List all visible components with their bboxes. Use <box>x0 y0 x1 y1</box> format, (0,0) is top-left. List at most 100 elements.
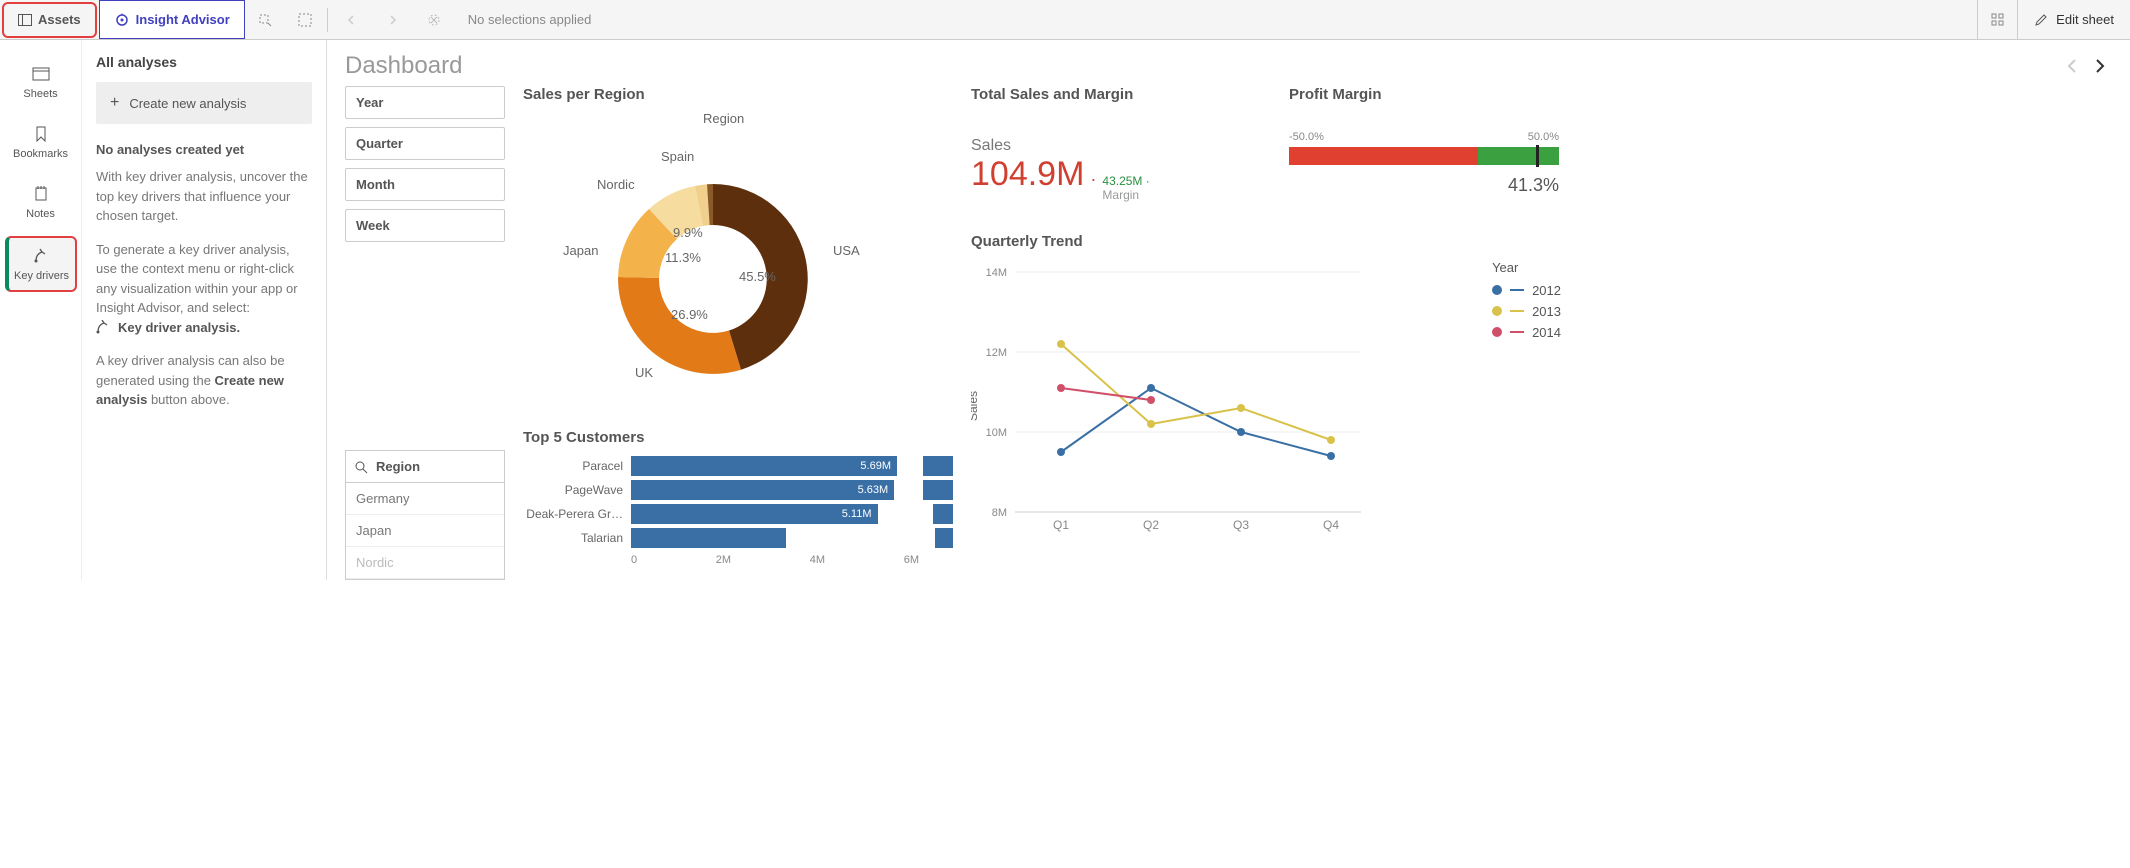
assets-button[interactable]: Assets <box>2 2 97 38</box>
quarterly-trend-chart[interactable]: 14M 12M 10M 8M Sales Q1 Q2 Q3 <box>971 256 1461 536</box>
bookmark-icon <box>31 124 51 144</box>
filter-year[interactable]: Year <box>345 86 505 119</box>
create-analysis-button[interactable]: + Create new analysis <box>96 82 312 124</box>
region-item-germany[interactable]: Germany <box>346 483 504 515</box>
kpi-sub: 43.25M · Margin <box>1102 174 1149 203</box>
rail-notes-label: Notes <box>26 208 55 220</box>
quarterly-trend-title: Quarterly Trend <box>971 233 1271 250</box>
top5-bar-0: 5.69M <box>631 456 897 476</box>
top5-mini-2 <box>933 504 953 524</box>
clear-selections-button[interactable] <box>414 0 454 39</box>
dashboard-title: Dashboard <box>345 52 2058 80</box>
edit-sheet-button[interactable]: Edit sheet <box>2017 0 2130 39</box>
rail-key-drivers[interactable]: Key drivers <box>5 236 77 292</box>
rail-bookmarks-label: Bookmarks <box>13 148 68 160</box>
region-item-japan[interactable]: Japan <box>346 515 504 547</box>
qt-ylabel: Sales <box>971 391 980 421</box>
qt-legend-2014[interactable]: 2014 <box>1492 325 1561 340</box>
plus-icon: + <box>110 94 119 112</box>
qt-x-q3: Q3 <box>1233 518 1249 532</box>
qt-legend-2012[interactable]: 2012 <box>1492 283 1561 298</box>
step-back-button[interactable] <box>330 0 372 39</box>
toolbar-separator <box>327 8 328 32</box>
top5-label-1: PageWave <box>523 483 623 497</box>
pm-seg-above <box>1478 147 1559 165</box>
assets-label: Assets <box>38 12 81 27</box>
donut-pct-uk: 26.9% <box>671 307 708 322</box>
analyses-panel: All analyses + Create new analysis No an… <box>82 40 327 580</box>
grid-layout-button[interactable] <box>1977 0 2017 39</box>
pm-scale: -50.0% 50.0% <box>1289 131 1559 143</box>
top5-chart[interactable]: Paracel 5.69M PageWave 5.63M Deak-Perera… <box>523 456 953 566</box>
donut-chart[interactable]: Region USA 45.5% <box>523 109 933 429</box>
pm-marker <box>1536 145 1539 167</box>
prev-sheet-button[interactable] <box>2058 52 2086 80</box>
rail-notes[interactable]: Notes <box>5 176 77 228</box>
region-filter-header[interactable]: Region <box>346 450 504 483</box>
sales-per-region-title: Sales per Region <box>523 86 953 103</box>
total-sales-title: Total Sales and Margin <box>971 86 1271 103</box>
analyses-p3: A key driver analysis can also be genera… <box>96 351 312 410</box>
qt-ytick-10m: 10M <box>986 427 1007 439</box>
qt-legend-title: Year <box>1492 260 1561 275</box>
step-forward-button[interactable] <box>372 0 414 39</box>
analyses-title: All analyses <box>96 54 312 70</box>
profit-margin-title: Profit Margin <box>1289 86 1559 103</box>
analyses-p1: With key driver analysis, uncover the to… <box>96 167 312 226</box>
top5-label-2: Deak-Perera Gr… <box>523 507 623 521</box>
pm-seg-below <box>1289 147 1478 165</box>
sheets-icon <box>31 64 51 84</box>
filter-month[interactable]: Month <box>345 168 505 201</box>
donut-label-japan: Japan <box>563 243 598 258</box>
top-toolbar: Assets Insight Advisor No selections app… <box>0 0 2130 40</box>
qt-ytick-8m: 8M <box>992 507 1007 519</box>
analyses-p2: To generate a key driver analysis, use t… <box>96 240 312 338</box>
qt-legend-2013[interactable]: 2013 <box>1492 304 1561 319</box>
top5-bar-1: 5.63M <box>631 480 894 500</box>
donut-label-spain: Spain <box>661 149 694 164</box>
top5-mini-1 <box>923 480 953 500</box>
no-analyses-heading: No analyses created yet <box>96 142 312 157</box>
create-analysis-label: Create new analysis <box>129 96 246 111</box>
donut-pct-nordic: 9.9% <box>673 225 703 240</box>
eye-icon <box>114 12 130 28</box>
top5-bar-2: 5.11M <box>631 504 878 524</box>
donut-pct-usa: 45.5% <box>739 269 776 284</box>
filter-column: Year Quarter Month Week Region Germany J… <box>345 86 505 580</box>
rail-key-drivers-label: Key drivers <box>14 270 69 282</box>
filter-week[interactable]: Week <box>345 209 505 242</box>
donut-pct-japan: 11.3% <box>665 250 701 265</box>
top5-title: Top 5 Customers <box>523 429 953 446</box>
top5-axis: 0 2M 4M 6M <box>631 554 919 566</box>
region-item-nordic[interactable]: Nordic <box>346 547 504 579</box>
rail-bookmarks[interactable]: Bookmarks <box>5 116 77 168</box>
qt-x-q4: Q4 <box>1323 518 1339 532</box>
smart-search-button[interactable] <box>245 0 285 39</box>
top5-mini-0 <box>923 456 953 476</box>
kpi-value: 104.9M · 43.25M · Margin <box>971 155 1271 203</box>
no-selections-text: No selections applied <box>454 0 606 39</box>
insight-advisor-button[interactable]: Insight Advisor <box>99 0 245 39</box>
donut-label-nordic: Nordic <box>597 177 635 192</box>
qt-x-q2: Q2 <box>1143 518 1159 532</box>
next-sheet-button[interactable] <box>2086 52 2114 80</box>
selections-tool-button[interactable] <box>285 0 325 39</box>
qt-x-q1: Q1 <box>1053 518 1069 532</box>
edit-sheet-label: Edit sheet <box>2056 12 2114 27</box>
pm-bullet-chart[interactable] <box>1289 147 1559 165</box>
top5-label-0: Paracel <box>523 459 623 473</box>
center-charts: Sales per Region Region <box>523 86 953 580</box>
key-drivers-icon <box>32 246 52 266</box>
search-icon <box>354 460 368 474</box>
kpi-column: Total Sales and Margin Sales 104.9M · 43… <box>971 86 1271 580</box>
kpi-label: Sales <box>971 137 1271 155</box>
filter-quarter[interactable]: Quarter <box>345 127 505 160</box>
region-filter: Region Germany Japan Nordic <box>345 450 505 580</box>
qt-ytick-12m: 12M <box>986 347 1007 359</box>
donut-label-usa: USA <box>833 243 860 258</box>
pm-value: 41.3% <box>1289 175 1559 196</box>
qt-ytick-14m: 14M <box>986 267 1007 279</box>
qt-legend: Year 2012 2013 2014 <box>1492 260 1561 346</box>
rail-sheets[interactable]: Sheets <box>5 56 77 108</box>
notes-icon <box>31 184 51 204</box>
